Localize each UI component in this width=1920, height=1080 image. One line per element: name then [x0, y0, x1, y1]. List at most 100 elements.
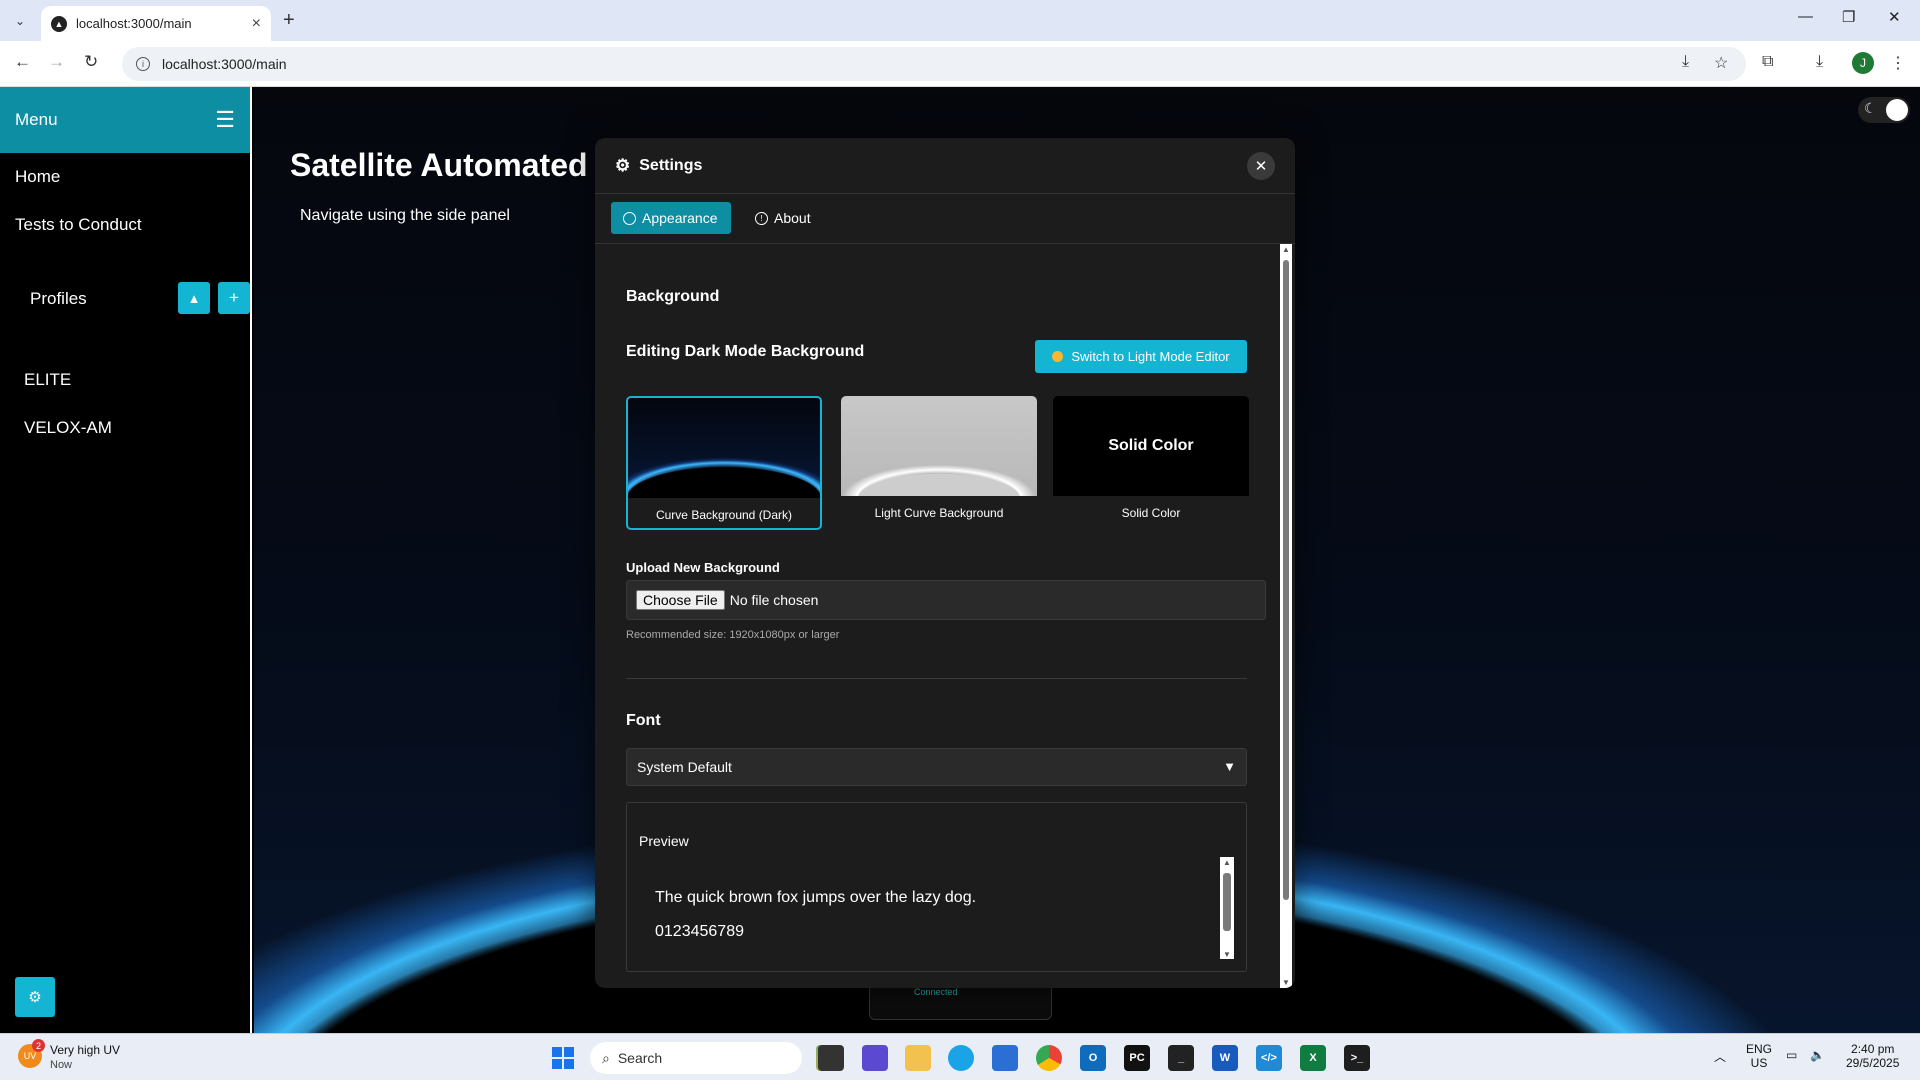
- profile-item-elite[interactable]: ELITE: [24, 370, 71, 390]
- taskbar-search[interactable]: ⌕ Search: [590, 1042, 802, 1074]
- bg-option-light-curve[interactable]: Light Curve Background: [841, 396, 1037, 530]
- modal-close-button[interactable]: ✕: [1247, 152, 1275, 180]
- browser-tab[interactable]: ▲ localhost:3000/main ×: [41, 6, 271, 41]
- settings-modal: ⚙ Settings ✕ Appearance ! About Backgrou…: [595, 138, 1295, 988]
- page-subtitle: Navigate using the side panel: [300, 207, 510, 224]
- bg-option-caption: Curve Background (Dark): [655, 508, 793, 522]
- scroll-down-icon[interactable]: ▼: [1223, 950, 1231, 959]
- file-status: No file chosen: [729, 592, 819, 608]
- info-icon: !: [755, 211, 768, 225]
- editing-heading: Editing Dark Mode Background: [626, 343, 865, 360]
- window-close-icon[interactable]: ✕: [1888, 8, 1901, 26]
- volume-icon[interactable]: 🔈: [1810, 1048, 1825, 1062]
- new-tab-icon[interactable]: +: [283, 9, 295, 32]
- sidebar-item-home[interactable]: Home: [15, 167, 60, 187]
- downloads-icon[interactable]: ⤓: [1816, 53, 1823, 71]
- tab-about-label: About: [774, 210, 811, 226]
- address-bar[interactable]: i localhost:3000/main: [122, 47, 1746, 81]
- bg-thumbnail: Solid Color: [1053, 396, 1249, 496]
- scroll-up-icon[interactable]: ▲: [1223, 858, 1231, 867]
- task-view-icon[interactable]: [818, 1045, 844, 1071]
- chrome-icon[interactable]: [1036, 1045, 1062, 1071]
- clock-time: 2:40 pm: [1851, 1042, 1895, 1056]
- cmd-icon[interactable]: >_: [1344, 1045, 1370, 1071]
- scroll-thumb[interactable]: [1283, 260, 1289, 900]
- gear-icon: ⚙: [28, 989, 42, 1006]
- switch-button-label: Switch to Light Mode Editor: [1071, 349, 1230, 364]
- profiles-row: Profiles ▲ +: [0, 282, 252, 314]
- tab-appearance[interactable]: Appearance: [611, 202, 731, 234]
- favicon-icon: ▲: [51, 15, 67, 32]
- clock[interactable]: 2:40 pm 29/5/2025: [1846, 1042, 1899, 1070]
- modal-title: Settings: [639, 156, 703, 174]
- tab-appearance-label: Appearance: [642, 210, 718, 226]
- tab-close-icon[interactable]: ×: [252, 15, 261, 33]
- modal-body: Background Editing Dark Mode Background …: [595, 244, 1281, 988]
- outlook-icon[interactable]: O: [1080, 1045, 1106, 1071]
- file-explorer-icon[interactable]: [905, 1045, 931, 1071]
- sidebar-item-tests[interactable]: Tests to Conduct: [15, 215, 142, 235]
- extensions-icon[interactable]: ⧉: [1762, 53, 1773, 71]
- edge-icon[interactable]: [948, 1045, 974, 1071]
- search-placeholder: Search: [617, 1050, 663, 1066]
- sidebar: Menu ☰ Home Tests to Conduct Profiles ▲ …: [0, 87, 252, 1033]
- download-page-icon[interactable]: ⤓: [1682, 53, 1689, 71]
- modal-scrollbar[interactable]: ▲ ▼: [1280, 244, 1292, 988]
- vscode-icon[interactable]: </>: [1256, 1045, 1282, 1071]
- settings-button[interactable]: ⚙: [15, 977, 55, 1017]
- choose-file-button[interactable]: Choose File: [636, 590, 725, 610]
- windows-start-icon[interactable]: [552, 1047, 574, 1069]
- excel-icon[interactable]: X: [1300, 1045, 1326, 1071]
- bg-option-caption: Solid Color: [1121, 506, 1181, 520]
- word-icon[interactable]: W: [1212, 1045, 1238, 1071]
- weather-badge: 2: [32, 1039, 45, 1052]
- forward-icon[interactable]: →: [48, 52, 65, 72]
- terminal-icon[interactable]: _: [1168, 1045, 1194, 1071]
- theme-toggle[interactable]: ☾: [1858, 97, 1910, 123]
- scroll-down-icon[interactable]: ▼: [1282, 978, 1290, 987]
- m365-icon[interactable]: [862, 1045, 888, 1071]
- preview-text: The quick brown fox jumps over the lazy …: [655, 889, 977, 906]
- tab-about[interactable]: ! About: [743, 202, 823, 234]
- browser-toolbar: ← → ↻ i localhost:3000/main ⤓ ☆ ⧉ ⤓ J ⋮: [0, 41, 1920, 87]
- browser-tab-bar: ⌄ ▲ localhost:3000/main × + — ❐ ✕: [0, 0, 1920, 41]
- upload-label: Upload New Background: [626, 560, 780, 575]
- bg-option-caption: Light Curve Background: [874, 506, 1004, 520]
- profile-avatar[interactable]: J: [1852, 52, 1874, 74]
- bg-option-solid[interactable]: Solid Color Solid Color: [1053, 396, 1249, 530]
- file-input[interactable]: Choose File No file chosen: [626, 580, 1266, 620]
- chevron-down-icon: ▼: [1223, 759, 1236, 774]
- minimize-icon[interactable]: —: [1798, 8, 1813, 25]
- hamburger-menu-icon[interactable]: ☰: [215, 107, 235, 133]
- browser-menu-icon[interactable]: ⋮: [1890, 53, 1906, 73]
- bookmark-star-icon[interactable]: ☆: [1714, 53, 1728, 73]
- back-icon[interactable]: ←: [14, 52, 31, 72]
- bg-thumbnail: [841, 396, 1037, 496]
- preview-scrollbar[interactable]: ▲ ▼: [1220, 857, 1234, 959]
- bg-option-curve-dark[interactable]: Curve Background (Dark): [626, 396, 822, 530]
- collapse-profiles-button[interactable]: ▲: [178, 282, 210, 314]
- weather-title[interactable]: Very high UV: [50, 1043, 120, 1057]
- weather-subtitle: Now: [50, 1059, 73, 1071]
- site-info-icon[interactable]: i: [136, 57, 150, 71]
- network-icon[interactable]: ▭: [1786, 1048, 1797, 1062]
- appearance-icon: [623, 211, 636, 225]
- reload-icon[interactable]: ↻: [84, 52, 98, 72]
- font-select[interactable]: System Default ▼: [626, 748, 1247, 786]
- clock-date: 29/5/2025: [1846, 1056, 1900, 1070]
- restore-icon[interactable]: ❐: [1842, 8, 1855, 26]
- language-indicator[interactable]: ENG US: [1746, 1042, 1772, 1070]
- add-profile-button[interactable]: +: [218, 282, 250, 314]
- preview-title: Preview: [639, 833, 689, 849]
- preview-digits: 0123456789: [655, 923, 744, 940]
- modal-header: ⚙ Settings: [595, 138, 1295, 194]
- profile-item-velox[interactable]: VELOX-AM: [24, 418, 112, 438]
- scroll-up-icon[interactable]: ▲: [1282, 245, 1290, 254]
- store-icon[interactable]: [992, 1045, 1018, 1071]
- tray-chevron-icon[interactable]: ︿: [1714, 1048, 1726, 1065]
- sidebar-header: Menu ☰: [0, 87, 250, 153]
- switch-light-editor-button[interactable]: Switch to Light Mode Editor: [1035, 340, 1247, 373]
- pycharm-icon[interactable]: PC: [1124, 1045, 1150, 1071]
- scroll-thumb[interactable]: [1223, 873, 1231, 931]
- tab-search-dropdown-icon[interactable]: ⌄: [8, 9, 32, 33]
